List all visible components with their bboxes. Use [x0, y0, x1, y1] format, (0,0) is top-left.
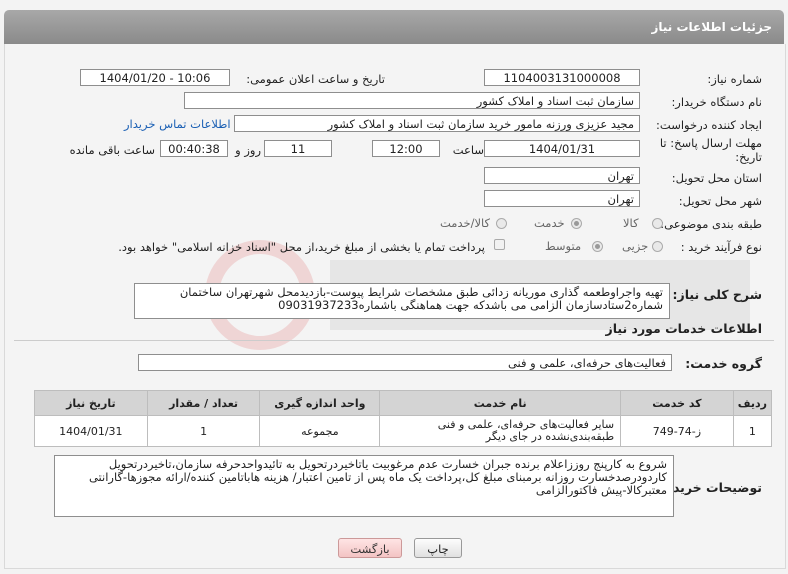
table-header-row: ردیف کد خدمت نام خدمت واحد اندازه گیری ت…	[34, 390, 773, 416]
category-radio-service[interactable]	[571, 218, 582, 229]
treasury-payment-note: پرداخت تمام یا بخشی از مبلغ خرید،از محل …	[118, 240, 485, 254]
cell-date: 1404/01/31	[34, 415, 148, 447]
category-option-goods: کالا	[623, 216, 639, 230]
process-radio-medium[interactable]	[592, 241, 603, 252]
col-row: ردیف	[732, 390, 773, 416]
category-label: طبقه بندی موضوعی:	[660, 217, 762, 231]
col-date: تاریخ نیاز	[34, 390, 148, 416]
page-title: جزئیات اطلاعات نیاز	[651, 20, 772, 34]
province-field: تهران	[484, 167, 640, 184]
services-section-title: اطلاعات خدمات مورد نیاز	[605, 321, 763, 336]
deadline-date-field: 1404/01/31	[484, 140, 640, 157]
category-radio-goods[interactable]	[652, 218, 663, 229]
deadline-time-label: ساعت	[452, 143, 484, 157]
creator-field: مجید عزیزی ورزنه مامور خرید سازمان ثبت ا…	[234, 115, 640, 132]
process-option-minor: جزیی	[622, 239, 649, 253]
days-label: روز و	[235, 143, 261, 157]
col-unit: واحد اندازه گیری	[259, 390, 381, 416]
buyer-org-label: نام دستگاه خریدار:	[671, 95, 762, 109]
process-radio-minor[interactable]	[652, 241, 663, 252]
section-divider	[14, 340, 774, 341]
print-button[interactable]: چاپ	[414, 538, 462, 558]
col-code: کد خدمت	[620, 390, 734, 416]
table-row: 1 ز-74-749 سایر فعالیت‌های حرفه‌ای، علمی…	[34, 415, 773, 447]
process-option-medium: متوسط	[545, 239, 582, 253]
deadline-time-field: 12:00	[372, 140, 440, 157]
service-group-field: فعالیت‌های حرفه‌ای، علمی و فنی	[138, 354, 672, 371]
city-label: شهر محل تحویل:	[678, 194, 762, 208]
category-radio-both[interactable]	[496, 218, 507, 229]
remaining-time-field: 00:40:38	[160, 140, 228, 157]
cell-code: ز-74-749	[620, 415, 734, 447]
need-number-field: 1104003131000008	[484, 69, 640, 86]
deadline-label: مهلت ارسال پاسخ: تا تاریخ:	[659, 136, 762, 164]
services-table: ردیف کد خدمت نام خدمت واحد اندازه گیری ت…	[34, 390, 773, 447]
remaining-time-label: ساعت باقی مانده	[69, 143, 155, 157]
cell-unit: مجموعه	[259, 415, 381, 447]
treasury-payment-checkbox[interactable]	[494, 239, 505, 250]
service-group-label: گروه خدمت:	[685, 356, 762, 371]
category-option-both: کالا/خدمت	[440, 216, 491, 230]
description-text: تهیه واجراوطعمه گذاری موریانه زدائی طبق …	[134, 283, 670, 319]
announce-datetime-field: 1404/01/20 - 10:06	[80, 69, 230, 86]
cell-quantity: 1	[146, 415, 261, 447]
panel-header: جزئیات اطلاعات نیاز	[4, 10, 784, 44]
days-field: 11	[264, 140, 332, 157]
buyer-org-field: سازمان ثبت اسناد و املاک کشور	[184, 92, 640, 109]
back-button[interactable]: بازگشت	[338, 538, 402, 558]
buyer-notes-text: شروع به کارپنج روززاعلام برنده جبران خسا…	[54, 455, 674, 517]
description-label: شرح کلی نیاز:	[672, 287, 762, 302]
province-label: استان محل تحویل:	[671, 171, 762, 185]
cell-name: سایر فعالیت‌های حرفه‌ای، علمی و فنی طبقه…	[379, 415, 622, 447]
creator-label: ایجاد کننده درخواست:	[656, 118, 762, 132]
cell-row: 1	[732, 415, 773, 447]
col-name: نام خدمت	[379, 390, 622, 416]
need-number-label: شماره نیاز:	[707, 72, 762, 86]
buyer-contact-link[interactable]: اطلاعات تماس خریدار	[124, 117, 231, 131]
process-label: نوع فرآیند خرید :	[680, 240, 762, 254]
col-quantity: تعداد / مقدار	[146, 390, 261, 416]
announce-label: تاریخ و ساعت اعلان عمومی:	[246, 72, 385, 86]
category-option-service: خدمت	[534, 216, 565, 230]
city-field: تهران	[484, 190, 640, 207]
